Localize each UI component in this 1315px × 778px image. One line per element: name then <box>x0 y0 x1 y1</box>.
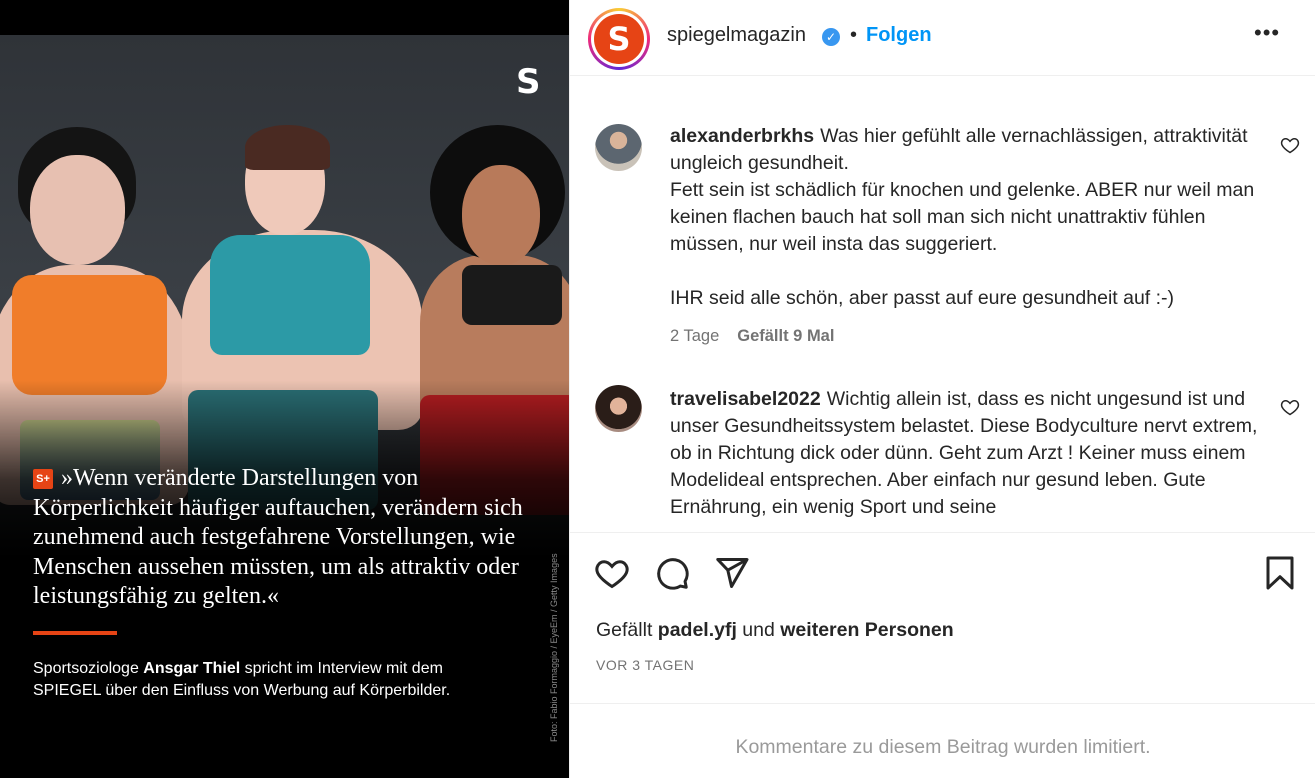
separator-dot: • <box>850 24 858 46</box>
photo-credit: Foto: Fabio Formaggio / EyeEm / Getty Im… <box>549 553 559 742</box>
spiegel-logo-icon: S <box>516 62 541 102</box>
comment-username[interactable]: travelisabel2022 <box>670 388 821 410</box>
share-icon[interactable] <box>714 555 750 591</box>
spiegel-plus-badge: S+ <box>33 469 53 489</box>
caption-name: Ansgar Thiel <box>143 660 241 677</box>
comment-username[interactable]: alexanderbrkhs <box>670 125 814 147</box>
comments-limited-notice: Kommentare zu diesem Beitrag wurden limi… <box>735 736 1151 758</box>
post-caption: Sportsoziologe Ansgar Thiel spricht im I… <box>33 660 451 699</box>
bookmark-icon[interactable] <box>1262 555 1298 591</box>
accent-divider <box>33 631 117 635</box>
comment-icon[interactable] <box>654 555 690 591</box>
verified-badge-icon: ✓ <box>822 28 840 46</box>
comment-text: Was hier gefühlt alle vernachlässigen, a… <box>670 125 1255 309</box>
comments-list[interactable]: alexanderbrkhs Was hier gefühlt alle vern… <box>570 77 1315 532</box>
avatar[interactable]: S <box>588 8 650 70</box>
quote-text: »Wenn veränderte Darstellungen von Körpe… <box>33 465 523 609</box>
username-link[interactable]: spiegelmagazin <box>667 24 806 47</box>
comment-age: 2 Tage <box>670 327 720 345</box>
follow-button[interactable]: Folgen <box>866 24 932 47</box>
post-quote: S+ »Wenn veränderte Darstellungen von Kör… <box>33 464 553 612</box>
post-sidebar: S spiegelmagazin ✓ • Folgen ••• alexande… <box>569 0 1315 778</box>
spiegel-avatar-icon: S <box>594 14 644 64</box>
likes-summary: Gefällt padel.yfj und weiteren Personen <box>596 619 954 641</box>
post-actions: Gefällt padel.yfj und weiteren Personen … <box>570 532 1315 704</box>
commenter-avatar[interactable] <box>595 385 642 432</box>
comment-like-heart-icon[interactable] <box>1280 397 1300 417</box>
commenter-avatar[interactable] <box>595 124 642 171</box>
more-options-icon[interactable]: ••• <box>1254 20 1280 46</box>
post-header: S spiegelmagazin ✓ • Folgen ••• <box>570 0 1315 76</box>
other-likers-link[interactable]: weiteren Personen <box>780 619 953 641</box>
liker-username[interactable]: padel.yfj <box>658 619 737 641</box>
post-media[interactable]: S S+ »Wenn veränderte Darstellungen von K… <box>0 0 569 778</box>
comment-likes[interactable]: Gefällt 9 Mal <box>737 327 834 345</box>
comment-like-heart-icon[interactable] <box>1280 135 1300 155</box>
heart-icon[interactable] <box>594 555 630 591</box>
post-timestamp[interactable]: VOR 3 TAGEN <box>596 657 694 673</box>
